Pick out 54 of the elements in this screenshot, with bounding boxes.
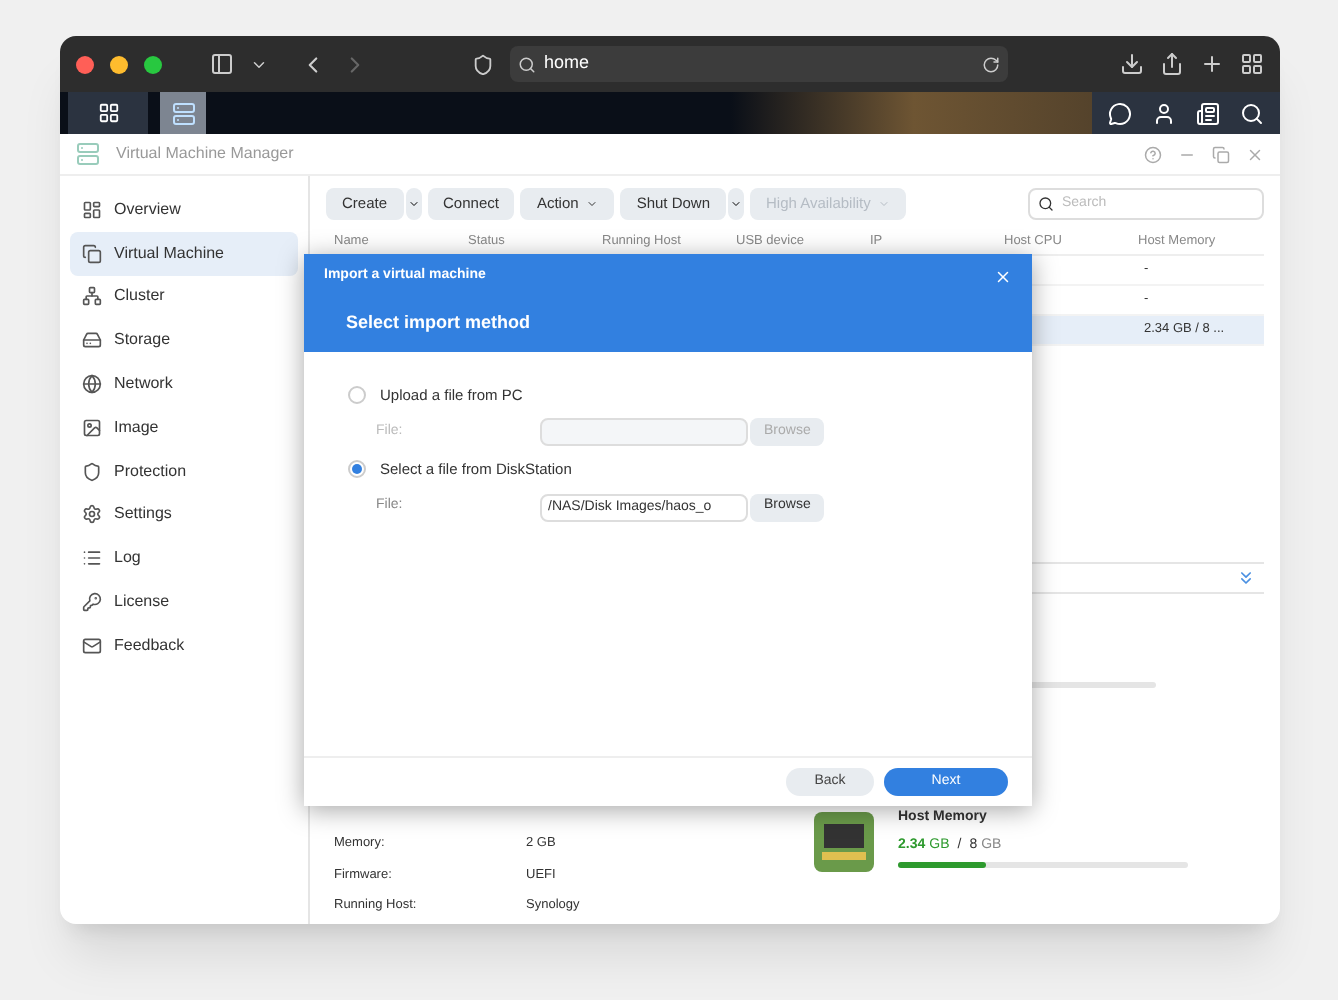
widgets-icon[interactable] [1196,101,1220,125]
address-text: home [544,50,592,77]
shield-icon[interactable] [472,53,494,75]
radio-button[interactable] [348,460,366,479]
sidebar-item[interactable]: Network [70,362,298,406]
sidebar-item[interactable]: Protection [70,449,298,494]
app-taskbar-button[interactable] [160,92,206,134]
dropdown-button[interactable] [728,188,744,220]
windows-icon [82,243,102,264]
reload-icon[interactable] [982,55,1000,73]
app-icon [76,142,100,166]
memory-chip-icon [814,812,874,872]
search-icon [518,55,536,73]
sidebar-item[interactable]: Feedback [70,623,298,668]
search-icon[interactable] [1240,101,1264,125]
sidebar-item[interactable]: Overview [70,188,298,232]
gear-icon [82,504,102,525]
hierarchy-icon [82,286,102,307]
address-bar[interactable]: home [510,46,1008,82]
envelope-icon [82,635,102,656]
sidebar-item[interactable]: License [70,580,298,624]
sidebar-item[interactable]: Storage [70,318,298,363]
grid-icon [97,102,119,124]
user-icon[interactable] [1152,101,1176,125]
server-icon [171,101,195,125]
caret-icon [407,198,420,210]
key-icon [82,592,102,613]
close-icon[interactable] [994,267,1012,286]
sidebar-item[interactable]: Settings [70,493,298,537]
radio-button[interactable] [348,386,366,405]
tab-overview-icon[interactable] [1240,52,1264,76]
sidebar-item[interactable]: Cluster [70,275,298,319]
dashboard-icon [82,199,102,220]
globe-icon [82,374,102,395]
dialog-heading: Select import method [346,309,533,336]
search-icon [1038,196,1054,212]
list-icon [82,548,102,569]
caret-icon [586,198,599,210]
dropdown-button[interactable] [405,188,422,220]
sidebar-item[interactable]: Image [70,405,298,450]
main-menu-button[interactable] [68,92,148,134]
caret-icon [730,198,742,210]
caret-icon [878,198,891,210]
share-icon[interactable] [1160,52,1184,76]
download-icon[interactable] [1120,52,1144,76]
sidebar-item[interactable]: Virtual Machine [70,231,298,276]
sidebar-item[interactable]: Log [70,536,298,581]
shield-icon [82,461,102,482]
chat-icon[interactable] [1108,101,1132,125]
picture-icon [82,417,102,438]
sidebar-icon[interactable] [210,52,234,76]
app-title: Virtual Machine Manager [116,142,294,166]
new-tab-icon[interactable] [1200,52,1224,76]
expand-icon[interactable] [1236,568,1256,588]
